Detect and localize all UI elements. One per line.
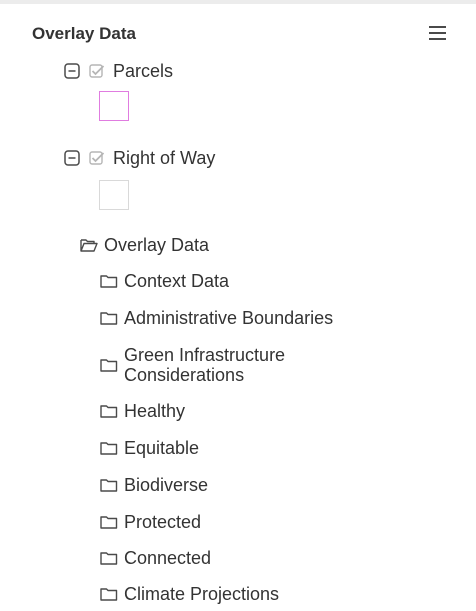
folder-green-infrastructure-considerations[interactable]: Green Infrastructure Considerations — [100, 342, 344, 388]
folder-label: Administrative Boundaries — [124, 308, 334, 328]
folder-equitable[interactable]: Equitable — [100, 437, 199, 459]
folder-context-data[interactable]: Context Data — [100, 270, 229, 292]
folder-healthy[interactable]: Healthy — [100, 400, 185, 422]
folder-icon — [100, 477, 118, 493]
minus-box-icon[interactable] — [64, 150, 80, 166]
layer-legend-swatch — [99, 180, 129, 210]
folder-icon — [100, 440, 118, 456]
folder-icon — [100, 550, 118, 566]
checkbox-checked-icon[interactable] — [89, 150, 105, 166]
folder-climate-projections[interactable]: Climate Projections — [100, 583, 279, 605]
layer-item-right-of-way: Right of Way — [64, 145, 215, 171]
folder-biodiverse[interactable]: Biodiverse — [100, 474, 208, 496]
folder-administrative-boundaries[interactable]: Administrative Boundaries — [100, 307, 333, 329]
folder-label: Overlay Data — [104, 235, 210, 255]
folder-label: Biodiverse — [124, 475, 209, 495]
folder-label: Equitable — [124, 438, 200, 458]
layer-label: Parcels — [113, 60, 174, 81]
folder-icon — [100, 357, 118, 373]
layer-item-parcels: Parcels — [64, 58, 173, 84]
folder-label: Climate Projections — [124, 584, 280, 604]
folder-connected[interactable]: Connected — [100, 547, 211, 569]
folder-icon — [100, 403, 118, 419]
folder-overlay-data[interactable]: Overlay Data — [80, 234, 209, 256]
hamburger-menu-icon[interactable] — [428, 25, 447, 41]
folder-icon — [100, 514, 118, 530]
panel-title: Overlay Data — [32, 24, 136, 43]
folder-label: Protected — [124, 512, 202, 532]
layer-list-panel: Overlay Data Parcels Right of Way Overla… — [0, 0, 476, 611]
folder-label: Context Data — [124, 271, 230, 291]
folder-icon — [100, 310, 118, 326]
folder-open-icon — [80, 237, 98, 253]
folder-label: Connected — [124, 548, 212, 568]
folder-label: Healthy — [124, 401, 186, 421]
checkbox-checked-icon[interactable] — [89, 63, 105, 79]
minus-box-icon[interactable] — [64, 63, 80, 79]
layer-label: Right of Way — [113, 147, 216, 168]
folder-label: Green Infrastructure Considerations — [124, 345, 286, 385]
layer-legend-swatch — [99, 91, 129, 121]
folder-icon — [100, 586, 118, 602]
folder-protected[interactable]: Protected — [100, 511, 201, 533]
folder-icon — [100, 273, 118, 289]
